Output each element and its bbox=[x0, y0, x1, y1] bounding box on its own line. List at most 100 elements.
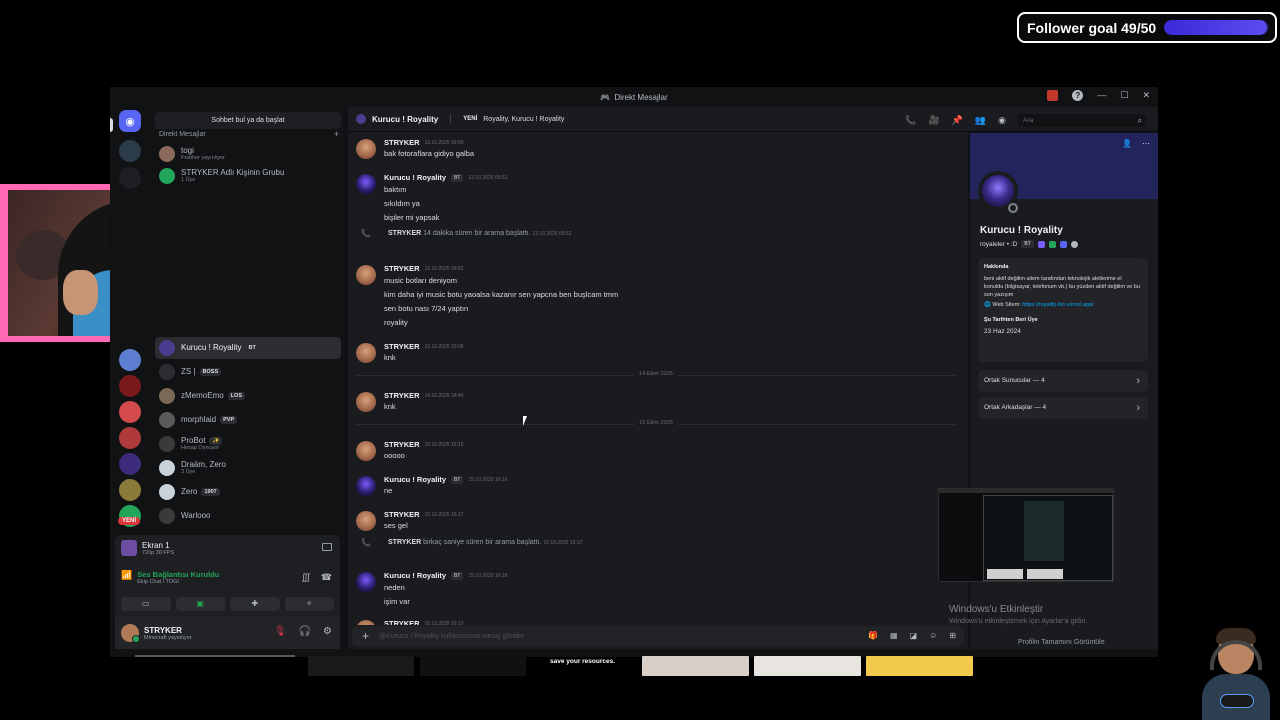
server-icon[interactable] bbox=[119, 140, 141, 162]
search-input[interactable]: Ara bbox=[1018, 114, 1146, 127]
message[interactable]: Kurucu ! Royality BT 15.10.2025 16:18 neden… bbox=[356, 570, 956, 609]
server-icon[interactable] bbox=[119, 375, 141, 397]
message-avatar[interactable] bbox=[356, 441, 376, 461]
dm-item[interactable]: ZS | BOSS bbox=[155, 361, 341, 383]
camera-button[interactable]: ▭ bbox=[121, 597, 171, 611]
attach-plus-icon[interactable]: + bbox=[362, 629, 369, 643]
soundboard-button[interactable]: ✧ bbox=[284, 597, 334, 611]
mutual-friends-row[interactable]: Ortak Arkadaşlar — 4 bbox=[978, 397, 1148, 419]
mutual-servers-row[interactable]: Ortak Sunucular — 4 bbox=[978, 370, 1148, 392]
message-author[interactable]: Kurucu ! Royality bbox=[384, 173, 446, 182]
taskbar-thumbnail[interactable] bbox=[754, 656, 861, 676]
server-icon[interactable] bbox=[119, 167, 141, 189]
minimize-icon[interactable]: — bbox=[1097, 90, 1106, 101]
server-icon[interactable] bbox=[119, 453, 141, 475]
message[interactable]: STRYKER 12.10.2025 09:50 bak fotoraflara g… bbox=[356, 137, 956, 160]
add-friend-icon[interactable]: 👤 bbox=[1122, 139, 1132, 148]
home-button[interactable]: ◉ bbox=[119, 110, 141, 132]
emoji-icon[interactable]: ☺ bbox=[929, 631, 937, 640]
badge-icon[interactable] bbox=[1037, 240, 1045, 248]
apps-icon[interactable]: ⊞ bbox=[949, 631, 956, 640]
message-author[interactable]: STRYKER bbox=[384, 440, 420, 449]
message[interactable]: STRYKER 15.10.2025 16:17 ses gel bbox=[356, 509, 956, 532]
view-full-profile-link[interactable]: Profilin Tamamını Görüntüle bbox=[1018, 639, 1105, 646]
stream-preview[interactable]: Ekran 1 720p 30 FPS bbox=[121, 540, 174, 556]
message-avatar[interactable] bbox=[356, 139, 376, 159]
dm-item[interactable]: Warlooo bbox=[155, 505, 341, 527]
voice-call-icon[interactable]: 📞 bbox=[905, 115, 916, 126]
message-avatar[interactable] bbox=[356, 572, 376, 592]
dm-item[interactable]: Zero 1907 bbox=[155, 481, 341, 503]
message-author[interactable]: Kurucu ! Royality bbox=[384, 571, 446, 580]
message[interactable]: STRYKER 14.10.2025 18:46 knk bbox=[356, 390, 956, 413]
message[interactable]: Kurucu ! Royality BT 15.10.2025 16:16 ne bbox=[356, 474, 956, 497]
help-icon[interactable]: ? bbox=[1072, 90, 1084, 101]
message-composer[interactable]: + @Kurucu ! Royality kullanıcısına mesaj… bbox=[352, 626, 964, 646]
voice-connection[interactable]: 📶 Ses Bağlantısı Kuruldu Ekip Chat / TOG… bbox=[121, 570, 219, 585]
message-author[interactable]: Kurucu ! Royality bbox=[384, 475, 446, 484]
server-icon[interactable] bbox=[119, 479, 141, 501]
headphones-icon[interactable]: 🎧 bbox=[299, 626, 311, 637]
message-avatar[interactable] bbox=[356, 392, 376, 412]
more-options-icon[interactable]: ⋯ bbox=[1142, 139, 1150, 148]
video-call-icon[interactable]: 🎥 bbox=[928, 115, 939, 126]
dm-item[interactable]: morphlaid PVP bbox=[155, 409, 341, 431]
server-icon[interactable] bbox=[119, 349, 141, 371]
dm-item[interactable]: Draäm, Zero 3 Üye bbox=[155, 457, 341, 479]
user-avatar[interactable] bbox=[121, 624, 140, 643]
message-author[interactable]: STRYKER bbox=[384, 619, 420, 625]
call-author[interactable]: STRYKER bbox=[388, 539, 421, 546]
dm-item[interactable]: STRYKER Adlı Kişinin Grubu 1 Üye bbox=[155, 165, 341, 187]
website-link[interactable]: https://royality-bio.vercel.app/ bbox=[1022, 302, 1094, 308]
message-avatar[interactable] bbox=[356, 343, 376, 363]
taskbar-thumbnail[interactable] bbox=[308, 656, 414, 676]
message-avatar[interactable] bbox=[356, 620, 376, 625]
pin-icon[interactable]: 📌 bbox=[952, 115, 963, 126]
message-input[interactable]: @Kurucu ! Royality kullanıcısına mesaj g… bbox=[379, 633, 524, 640]
message-author[interactable]: STRYKER bbox=[384, 510, 420, 519]
call-author[interactable]: STRYKER bbox=[388, 230, 421, 237]
server-icon[interactable] bbox=[119, 401, 141, 423]
message-author[interactable]: STRYKER bbox=[384, 391, 420, 400]
message-avatar[interactable] bbox=[356, 476, 376, 496]
badge-icon[interactable] bbox=[1059, 240, 1067, 248]
mute-mic-icon[interactable]: 🎙 bbox=[274, 626, 287, 637]
message-avatar[interactable] bbox=[356, 265, 376, 285]
message-avatar[interactable] bbox=[356, 174, 376, 194]
server-icon[interactable] bbox=[119, 427, 141, 449]
sticker-icon[interactable]: ◪ bbox=[910, 631, 918, 640]
message-author[interactable]: STRYKER bbox=[384, 342, 420, 351]
badge-icon[interactable] bbox=[1048, 240, 1056, 248]
gif-icon[interactable]: ▦ bbox=[890, 631, 898, 640]
message-author[interactable]: STRYKER bbox=[384, 138, 420, 147]
find-conversation-button[interactable]: Sohbet bul ya da başlat bbox=[155, 112, 341, 129]
inbox-icon[interactable] bbox=[1047, 90, 1059, 101]
dm-item[interactable]: ProBot ✨ Hesap Oynuyor bbox=[155, 433, 341, 455]
taskbar-thumbnail[interactable] bbox=[866, 656, 973, 676]
dm-item[interactable]: Kurucu ! Royality BT bbox=[155, 337, 341, 359]
message[interactable]: STRYKER 12.10.2025 10:05 knk bbox=[356, 341, 956, 364]
maximize-icon[interactable]: ☐ bbox=[1120, 90, 1128, 101]
dm-item[interactable]: zMemoEmo LOS bbox=[155, 385, 341, 407]
dm-item[interactable]: togi Feather yayınlıyor bbox=[155, 143, 341, 165]
add-member-icon[interactable]: 👥 bbox=[975, 115, 986, 126]
activities-button[interactable]: ✚ bbox=[230, 597, 280, 611]
message[interactable]: Kurucu ! Royality BT 12.10.2025 09:51 baktı… bbox=[356, 172, 956, 225]
close-icon[interactable]: ✕ bbox=[1142, 90, 1150, 101]
gift-icon[interactable]: 🎁 bbox=[868, 631, 878, 640]
message-avatar[interactable] bbox=[356, 511, 376, 531]
popout-icon[interactable] bbox=[322, 543, 332, 551]
screen-share-button[interactable]: ▣ bbox=[175, 597, 225, 611]
screen-share-preview[interactable] bbox=[938, 488, 1115, 582]
message[interactable]: STRYKER 12.10.2025 09:52 music botları den… bbox=[356, 263, 956, 330]
taskbar-thumbnail[interactable] bbox=[642, 656, 749, 676]
chat-title[interactable]: Kurucu ! Royality bbox=[372, 115, 438, 124]
message[interactable]: STRYKER 15.10.2025 16:19 bbox=[356, 618, 956, 625]
message[interactable]: STRYKER 15.10.2025 16:15 ooooo bbox=[356, 439, 956, 462]
taskbar-thumbnail[interactable] bbox=[420, 656, 526, 676]
noise-suppression-icon[interactable]: ∭ bbox=[301, 572, 311, 583]
settings-gear-icon[interactable]: ⚙ bbox=[323, 626, 332, 637]
message-author[interactable]: STRYKER bbox=[384, 264, 420, 273]
badge-icon[interactable] bbox=[1070, 240, 1078, 248]
create-dm-icon[interactable]: + bbox=[334, 129, 339, 139]
